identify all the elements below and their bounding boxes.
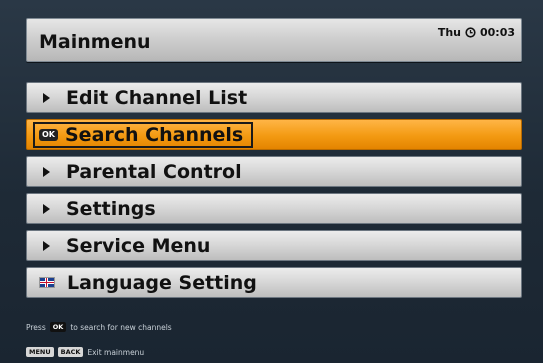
time-label: 00:03 <box>479 26 515 39</box>
menu-item-search-channels[interactable]: OK Search Channels <box>26 119 522 150</box>
menu-item-label: Parental Control <box>66 160 242 183</box>
arrow-right-icon <box>43 166 50 177</box>
menu-item-label: Search Channels <box>65 123 244 146</box>
arrow-right-icon <box>43 203 50 214</box>
arrow-right-icon <box>43 92 50 103</box>
arrow-right-icon <box>43 240 50 251</box>
menu-item-parental-control[interactable]: Parental Control <box>26 156 522 187</box>
menu-item-label: Language Setting <box>67 271 257 294</box>
selection-highlight: OK Search Channels <box>33 121 254 148</box>
hint-search: Press OK to search for new channels <box>26 322 172 332</box>
menu-key-badge: MENU <box>26 347 54 357</box>
menu-item-label: Edit Channel List <box>66 86 248 109</box>
ok-key-icon: OK <box>39 128 58 141</box>
clock-icon <box>465 27 476 38</box>
exit-hint-text: Exit mainmenu <box>87 347 145 357</box>
ok-key-badge: OK <box>49 322 67 332</box>
hint-exit: MENU BACK Exit mainmenu <box>26 347 144 357</box>
menu-item-service-menu[interactable]: Service Menu <box>26 230 522 261</box>
hint-prefix: Press <box>26 322 46 332</box>
hint-suffix: to search for new channels <box>70 322 172 332</box>
menu-list: Edit Channel List OK Search Channels Par… <box>26 82 522 304</box>
uk-flag-icon <box>39 277 55 288</box>
menu-item-settings[interactable]: Settings <box>26 193 522 224</box>
main-menu-screen: Mainmenu Thu 00:03 Edit Channel List OK … <box>0 0 543 363</box>
day-label: Thu <box>437 26 461 39</box>
back-key-badge: BACK <box>57 347 84 357</box>
clock: Thu 00:03 <box>438 26 515 39</box>
menu-item-language-setting[interactable]: Language Setting <box>26 267 522 298</box>
menu-item-label: Service Menu <box>66 234 211 257</box>
header-bar: Mainmenu Thu 00:03 <box>26 18 522 62</box>
menu-item-label: Settings <box>66 197 156 220</box>
page-title: Mainmenu <box>39 31 151 53</box>
menu-item-edit-channel-list[interactable]: Edit Channel List <box>26 82 522 113</box>
